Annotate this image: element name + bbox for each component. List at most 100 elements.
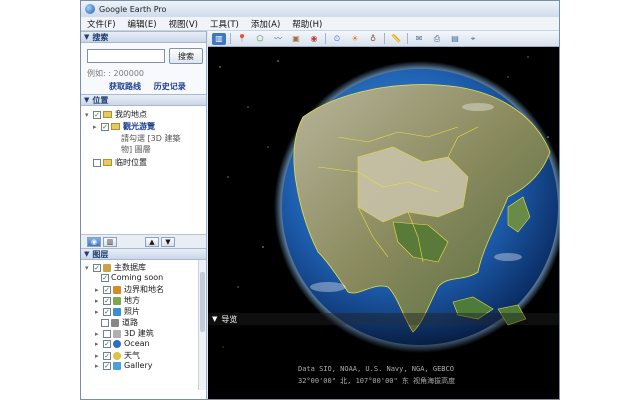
menu-tools[interactable]: 工具(T) — [210, 18, 239, 30]
save-image-icon[interactable]: ▤ — [448, 33, 462, 45]
layer-checkbox[interactable] — [101, 318, 109, 327]
placemark-icon[interactable]: 📍 — [235, 33, 249, 45]
sightseeing-note-line-2: 物] 圖層 — [121, 145, 151, 154]
viewport-bottom-shade — [208, 325, 559, 399]
tree-expand-icon[interactable]: ▸ — [95, 297, 101, 305]
tree-collapse-icon[interactable]: ▾ — [85, 111, 91, 119]
layer-checkbox[interactable]: ✓ — [103, 361, 111, 370]
earth-3d-viewport[interactable]: ▼ 导览 Data SIO, NOAA, U.S. Navy, NGA, GEB… — [208, 47, 559, 399]
layer-item-gallery[interactable]: ▸ ✓ Gallery — [95, 361, 153, 370]
sunlight-icon[interactable]: ☀ — [348, 33, 362, 45]
database-icon — [103, 263, 111, 272]
print-icon[interactable]: ⎙ — [430, 33, 444, 45]
email-icon[interactable]: ✉ — [412, 33, 426, 45]
search-panel-header[interactable]: ▼ 搜索 — [81, 31, 206, 43]
tree-expand-icon[interactable]: ▸ — [95, 286, 101, 294]
menu-file[interactable]: 文件(F) — [87, 18, 116, 30]
move-up-icon[interactable]: ▲ — [145, 237, 159, 247]
layer-checkbox[interactable]: ✓ — [103, 339, 111, 348]
collapse-triangle-icon: ▼ — [84, 33, 90, 41]
tree-expand-icon[interactable]: ▸ — [95, 352, 101, 360]
search-places-icon[interactable]: ◉ — [87, 237, 101, 247]
sidebar-toggle-icon[interactable]: ▥ — [212, 32, 226, 45]
layer-item-roads[interactable]: 道路 — [101, 317, 138, 328]
historical-imagery-icon[interactable]: ⏲ — [330, 33, 344, 45]
get-directions-link[interactable]: 获取路线 — [109, 82, 141, 91]
search-button[interactable]: 搜索 — [169, 48, 203, 64]
tree-expand-icon[interactable]: ▸ — [95, 330, 101, 338]
layer-checkbox[interactable]: ✓ — [93, 263, 101, 272]
layer-checkbox[interactable]: ✓ — [103, 307, 111, 316]
sightseeing-note-line-1: 請勾選 [3D 建築 — [121, 134, 181, 143]
navigation-toggle[interactable]: ▼ 导览 — [208, 313, 559, 325]
menu-help[interactable]: 帮助(H) — [292, 18, 322, 30]
layers-scrollbar[interactable] — [198, 260, 206, 390]
layer-item-weather[interactable]: ▸ ✓ 天气 — [95, 350, 140, 361]
layer-item-ocean[interactable]: ▸ ✓ Ocean — [95, 339, 150, 348]
weather-icon — [113, 351, 121, 360]
layer-checkbox[interactable]: ✓ — [103, 351, 111, 360]
toolbar-separator — [407, 33, 408, 44]
search-links: 获取路线 历史记录 — [109, 81, 196, 92]
layer-checkbox[interactable]: ✓ — [103, 296, 111, 305]
path-icon[interactable]: 〰 — [271, 33, 285, 45]
layer-checkbox[interactable]: ✓ — [101, 273, 109, 282]
tree-expand-icon[interactable]: ▸ — [95, 362, 101, 370]
view-in-maps-icon[interactable]: ⌖ — [466, 33, 480, 45]
search-input[interactable] — [87, 49, 165, 63]
places-toolbar: ◉ ▥ ▲ ▼ — [81, 234, 206, 248]
history-link[interactable]: 历史记录 — [154, 82, 186, 91]
polygon-icon[interactable]: ⬠ — [253, 33, 267, 45]
layer-item-borders[interactable]: ▸ ✓ 边界和地名 — [95, 284, 164, 295]
search-panel: 搜索 例如: : 200000 获取路线 历史记录 — [81, 43, 206, 94]
toolbar-separator — [230, 33, 231, 44]
tree-expand-icon[interactable]: ▸ — [95, 340, 101, 348]
image-overlay-icon[interactable]: ▣ — [289, 33, 303, 45]
layer-checkbox[interactable] — [103, 329, 111, 338]
buildings-icon — [113, 329, 121, 338]
borders-icon — [113, 285, 121, 294]
ocean-icon — [113, 339, 121, 348]
layer-item-3d-buildings[interactable]: ▸ 3D 建筑 — [95, 328, 154, 339]
layer-checkbox[interactable]: ✓ — [103, 285, 111, 294]
places-panel-header[interactable]: ▼ 位置 — [81, 94, 206, 106]
search-example-text: 例如: : 200000 — [87, 69, 145, 78]
tree-item-my-places[interactable]: ▾ ✓ 我的地点 — [85, 109, 147, 120]
tree-expand-icon[interactable]: ▸ — [95, 308, 101, 316]
record-tour-icon[interactable]: ◉ — [307, 33, 321, 45]
toolbar-separator — [325, 33, 326, 44]
places-panel: ▾ ✓ 我的地点 ▸ ✓ 觀光游覽 請勾選 [3D 建築 物] 圖層 临时位置 — [81, 106, 206, 234]
layer-item-coming-soon[interactable]: ✓ Coming soon — [101, 273, 163, 282]
menu-bar: 文件(F) 编辑(E) 视图(V) 工具(T) 添加(A) 帮助(H) — [81, 17, 559, 31]
menu-add[interactable]: 添加(A) — [251, 18, 280, 30]
layer-item-primary-database[interactable]: ▾ ✓ 主数据库 — [85, 262, 146, 273]
title-bar: Google Earth Pro — [81, 1, 559, 17]
folder-icon — [103, 159, 112, 166]
folder-icon — [103, 111, 112, 118]
tree-expand-icon[interactable]: ▸ — [93, 123, 99, 131]
layer-item-places[interactable]: ▸ ✓ 地方 — [95, 295, 140, 306]
layers-panel-header[interactable]: ▼ 图层 — [81, 248, 206, 260]
expand-triangle-icon: ▼ — [212, 315, 218, 323]
tree-item-sightseeing[interactable]: ▸ ✓ 觀光游覽 — [93, 121, 155, 132]
layer-item-photos[interactable]: ▸ ✓ 照片 — [95, 306, 140, 317]
gallery-star-icon — [113, 361, 121, 370]
menu-view[interactable]: 视图(V) — [169, 18, 198, 30]
tree-collapse-icon[interactable]: ▾ — [85, 264, 91, 272]
planets-icon[interactable]: ♁ — [366, 33, 380, 45]
menu-edit[interactable]: 编辑(E) — [128, 18, 157, 30]
data-attribution: Data SIO, NOAA, U.S. Navy, NGA, GEBCO — [298, 365, 454, 373]
ruler-icon[interactable]: 📏 — [389, 33, 403, 45]
sightseeing-checkbox[interactable]: ✓ — [101, 122, 109, 131]
temporary-places-checkbox[interactable] — [93, 158, 101, 167]
panel-toggle-icon[interactable]: ▥ — [103, 237, 117, 247]
folder-icon — [111, 123, 120, 130]
window-title: Google Earth Pro — [99, 4, 167, 14]
my-places-checkbox[interactable]: ✓ — [93, 110, 101, 119]
collapse-triangle-icon: ▼ — [84, 250, 90, 258]
layers-panel: ▾ ✓ 主数据库 ✓ Coming soon ▸ ✓ 边界和地名 ▸ ✓ 地方 — [81, 260, 206, 390]
tree-item-temporary-places[interactable]: 临时位置 — [93, 157, 147, 168]
main-toolbar: ▥ 📍 ⬠ 〰 ▣ ◉ ⏲ ☀ ♁ 📏 ✉ ⎙ ▤ ⌖ — [208, 31, 559, 47]
scrollbar-thumb[interactable] — [200, 272, 205, 332]
move-down-icon[interactable]: ▼ — [161, 237, 175, 247]
